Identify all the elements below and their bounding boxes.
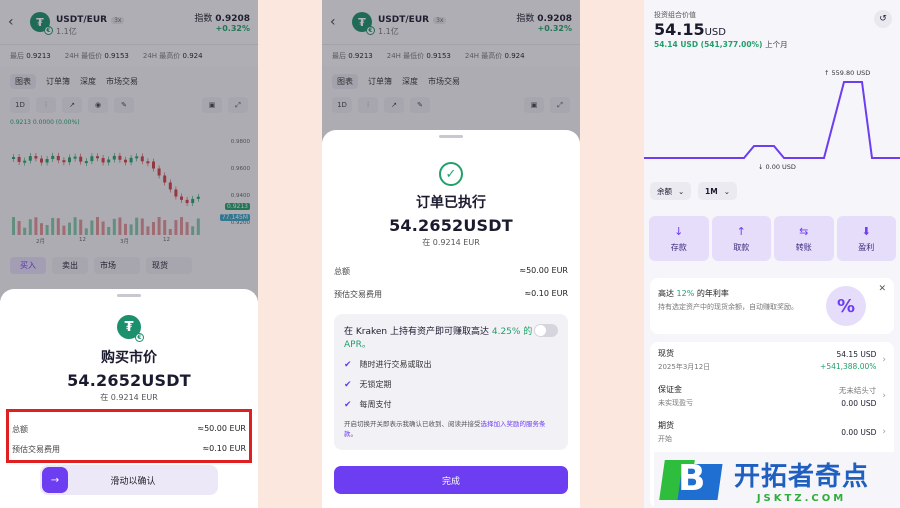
futures-value: 0.00 USD [841, 427, 877, 437]
balance-select-label: 余额 [657, 186, 672, 196]
margin-value: 无未结头寸 [838, 385, 877, 395]
check-icon: ✔ [344, 359, 352, 370]
executed-amount: 54.2652USDT [389, 216, 513, 235]
slide-label: 滑动以确认 [110, 476, 156, 487]
chevron-down-icon: ⌄ [723, 186, 730, 196]
sheet-grip[interactable] [117, 294, 141, 297]
terms-prefix: 开启切换开关即表示我确认已收到、阅读并接受 [344, 420, 481, 428]
withdraw-button[interactable]: ↑ 取款 [711, 216, 771, 261]
bullet-item: 无锁定期 [359, 380, 392, 389]
order-executed-screen: ‹ ₮ € USDT/EUR 3x 1.1亿 指数 0.9208 +0.32% 最后… [322, 0, 580, 508]
terms-text: 开启切换开关即表示我确认已收到、阅读并接受选择加入奖励的服务条款。 [344, 420, 558, 440]
peak-label: ↑ 559.80 USD [824, 69, 871, 77]
slide-to-confirm[interactable]: → 滑动以确认 [40, 465, 218, 495]
transfer-label: 转账 [795, 242, 812, 252]
margin-sub: 未实现盈亏 [658, 399, 693, 407]
range-select[interactable]: 1M ⌄ [698, 182, 737, 200]
withdraw-icon: ↑ [736, 224, 746, 238]
earn-title-suffix: 的年利率 [694, 289, 729, 298]
portfolio-screen: 投资组合价值 54.15USD 54.14 USD (541,377.00%) … [644, 0, 900, 508]
range-select-label: 1M [705, 186, 718, 196]
spot-change: +541,388.00% [820, 361, 877, 371]
terms-suffix: 。 [350, 429, 358, 438]
deposit-button[interactable]: ↓ 存款 [649, 216, 709, 261]
portfolio-value: 54.15 [654, 20, 705, 39]
sheet-grip[interactable] [439, 135, 463, 138]
deposit-icon: ↓ [674, 224, 684, 238]
portfolio-currency: USD [704, 27, 726, 38]
futures-label: 期货 [658, 421, 674, 430]
earn-label: 盈利 [858, 242, 875, 252]
chevron-right-icon: › [882, 391, 886, 401]
fee-value: ≈0.10 EUR [524, 289, 568, 298]
check-icon: ✔ [344, 379, 352, 390]
watermark-url: JSKTZ.COM [756, 493, 847, 504]
spot-label: 现货 [658, 349, 674, 358]
earn-title-prefix: 高达 [658, 289, 677, 298]
earn-toggle[interactable] [534, 324, 558, 337]
sheet-title: 订单已执行 [416, 195, 486, 211]
earn-button[interactable]: ⬇ 盈利 [836, 216, 896, 261]
portfolio-line [644, 81, 900, 159]
spot-value: 54.15 USD [836, 349, 877, 359]
screenshot-collage: ‹ ₮ € USDT/EUR 3x 1.1亿 指数 0.9208 +0.32% 最后… [0, 0, 900, 508]
gutter [580, 0, 644, 508]
buy-amount: 54.2652USDT [67, 371, 191, 390]
usdt-coin-icon: ₮ € [117, 315, 144, 342]
cost-summary: 总额 ≈50.00 EUR 预估交易费用 ≈0.10 EUR [322, 266, 580, 300]
done-button[interactable]: 完成 [334, 466, 568, 494]
bullet-item: 随时进行交易或取出 [359, 360, 432, 369]
withdraw-label: 取款 [733, 242, 750, 252]
gutter [258, 0, 322, 508]
highlight-box [6, 409, 252, 463]
earn-promo-card[interactable]: 高达 12% 的年利率 持有选定资产中的现货余额，自动赚取奖励。 % ✕ [650, 278, 894, 334]
watermark-title: 开拓者奇点 [734, 462, 870, 492]
chevron-right-icon: › [882, 355, 886, 365]
total-label: 总额 [334, 267, 350, 276]
transfer-button[interactable]: ⇆ 转账 [774, 216, 834, 261]
earn-rate: 12% [676, 289, 695, 298]
margin-label: 保证金 [658, 385, 682, 394]
executed-sheet: ✓ 订单已执行 54.2652USDT 在 0.9214 EUR 总额 ≈50.0… [322, 130, 580, 508]
portfolio-label: 投资组合价值 [654, 11, 696, 19]
total-value: ≈50.00 EUR [519, 266, 568, 275]
watermark: B 开拓者奇点 JSKTZ.COM [654, 452, 900, 508]
watermark-logo-letter: B [678, 458, 706, 499]
buy-confirm-screen: ‹ ₮ € USDT/EUR 3x 1.1亿 指数 0.9208 +0.32% 最后… [0, 0, 258, 508]
spot-date: 2025年3月12日 [658, 363, 711, 371]
watermark-logo: B [658, 456, 726, 504]
margin-sub-value: 0.00 USD [841, 398, 877, 408]
arrow-right-icon[interactable]: → [42, 467, 68, 493]
chevron-right-icon: › [882, 427, 886, 437]
portfolio-chart [644, 81, 900, 159]
period-label: 上个月 [765, 40, 788, 49]
earn-promo-card: 在 Kraken 上持有资产即可赚取高达 4.25% 的 APR。 ✔ 随时进行交… [334, 314, 568, 450]
check-icon: ✔ [344, 399, 352, 410]
action-buttons: ↓ 存款 ↑ 取款 ⇆ 转账 ⬇ 盈利 [649, 216, 896, 261]
earn-subtitle: 持有选定资产中的现货余额，自动赚取奖励。 [658, 303, 798, 311]
deposit-label: 存款 [670, 242, 687, 252]
transfer-icon: ⇆ [799, 224, 809, 238]
low-label: ↓ 0.00 USD [758, 163, 796, 171]
checkmark-icon: ✓ [439, 162, 463, 186]
futures-row[interactable]: 期货开始 0.00 USD › [650, 414, 894, 450]
close-icon[interactable]: ✕ [878, 284, 886, 294]
history-icon[interactable]: ↺ [874, 10, 892, 28]
bullet-item: 每周支付 [359, 400, 392, 409]
promo-text: 在 Kraken 上持有资产即可赚取高达 [344, 327, 489, 337]
buy-rate: 在 0.9214 EUR [100, 393, 158, 402]
executed-rate: 在 0.9214 EUR [422, 238, 480, 247]
fee-label: 预估交易费用 [334, 290, 382, 299]
balance-select[interactable]: 余额 ⌄ [650, 182, 692, 200]
percent-badge-icon: % [826, 286, 866, 326]
portfolio-change: 54.14 USD (541,377.00%) [654, 40, 763, 49]
spot-row[interactable]: 现货 2025年3月12日 54.15 USD +541,388.00% › [650, 342, 894, 378]
sheet-title: 购买市价 [101, 350, 157, 366]
margin-row[interactable]: 保证金未实现盈亏 无未结头寸 0.00 USD › [650, 378, 894, 414]
earn-icon: ⬇ [861, 224, 871, 238]
chevron-down-icon: ⌄ [678, 186, 685, 196]
futures-sub: 开始 [658, 435, 672, 443]
